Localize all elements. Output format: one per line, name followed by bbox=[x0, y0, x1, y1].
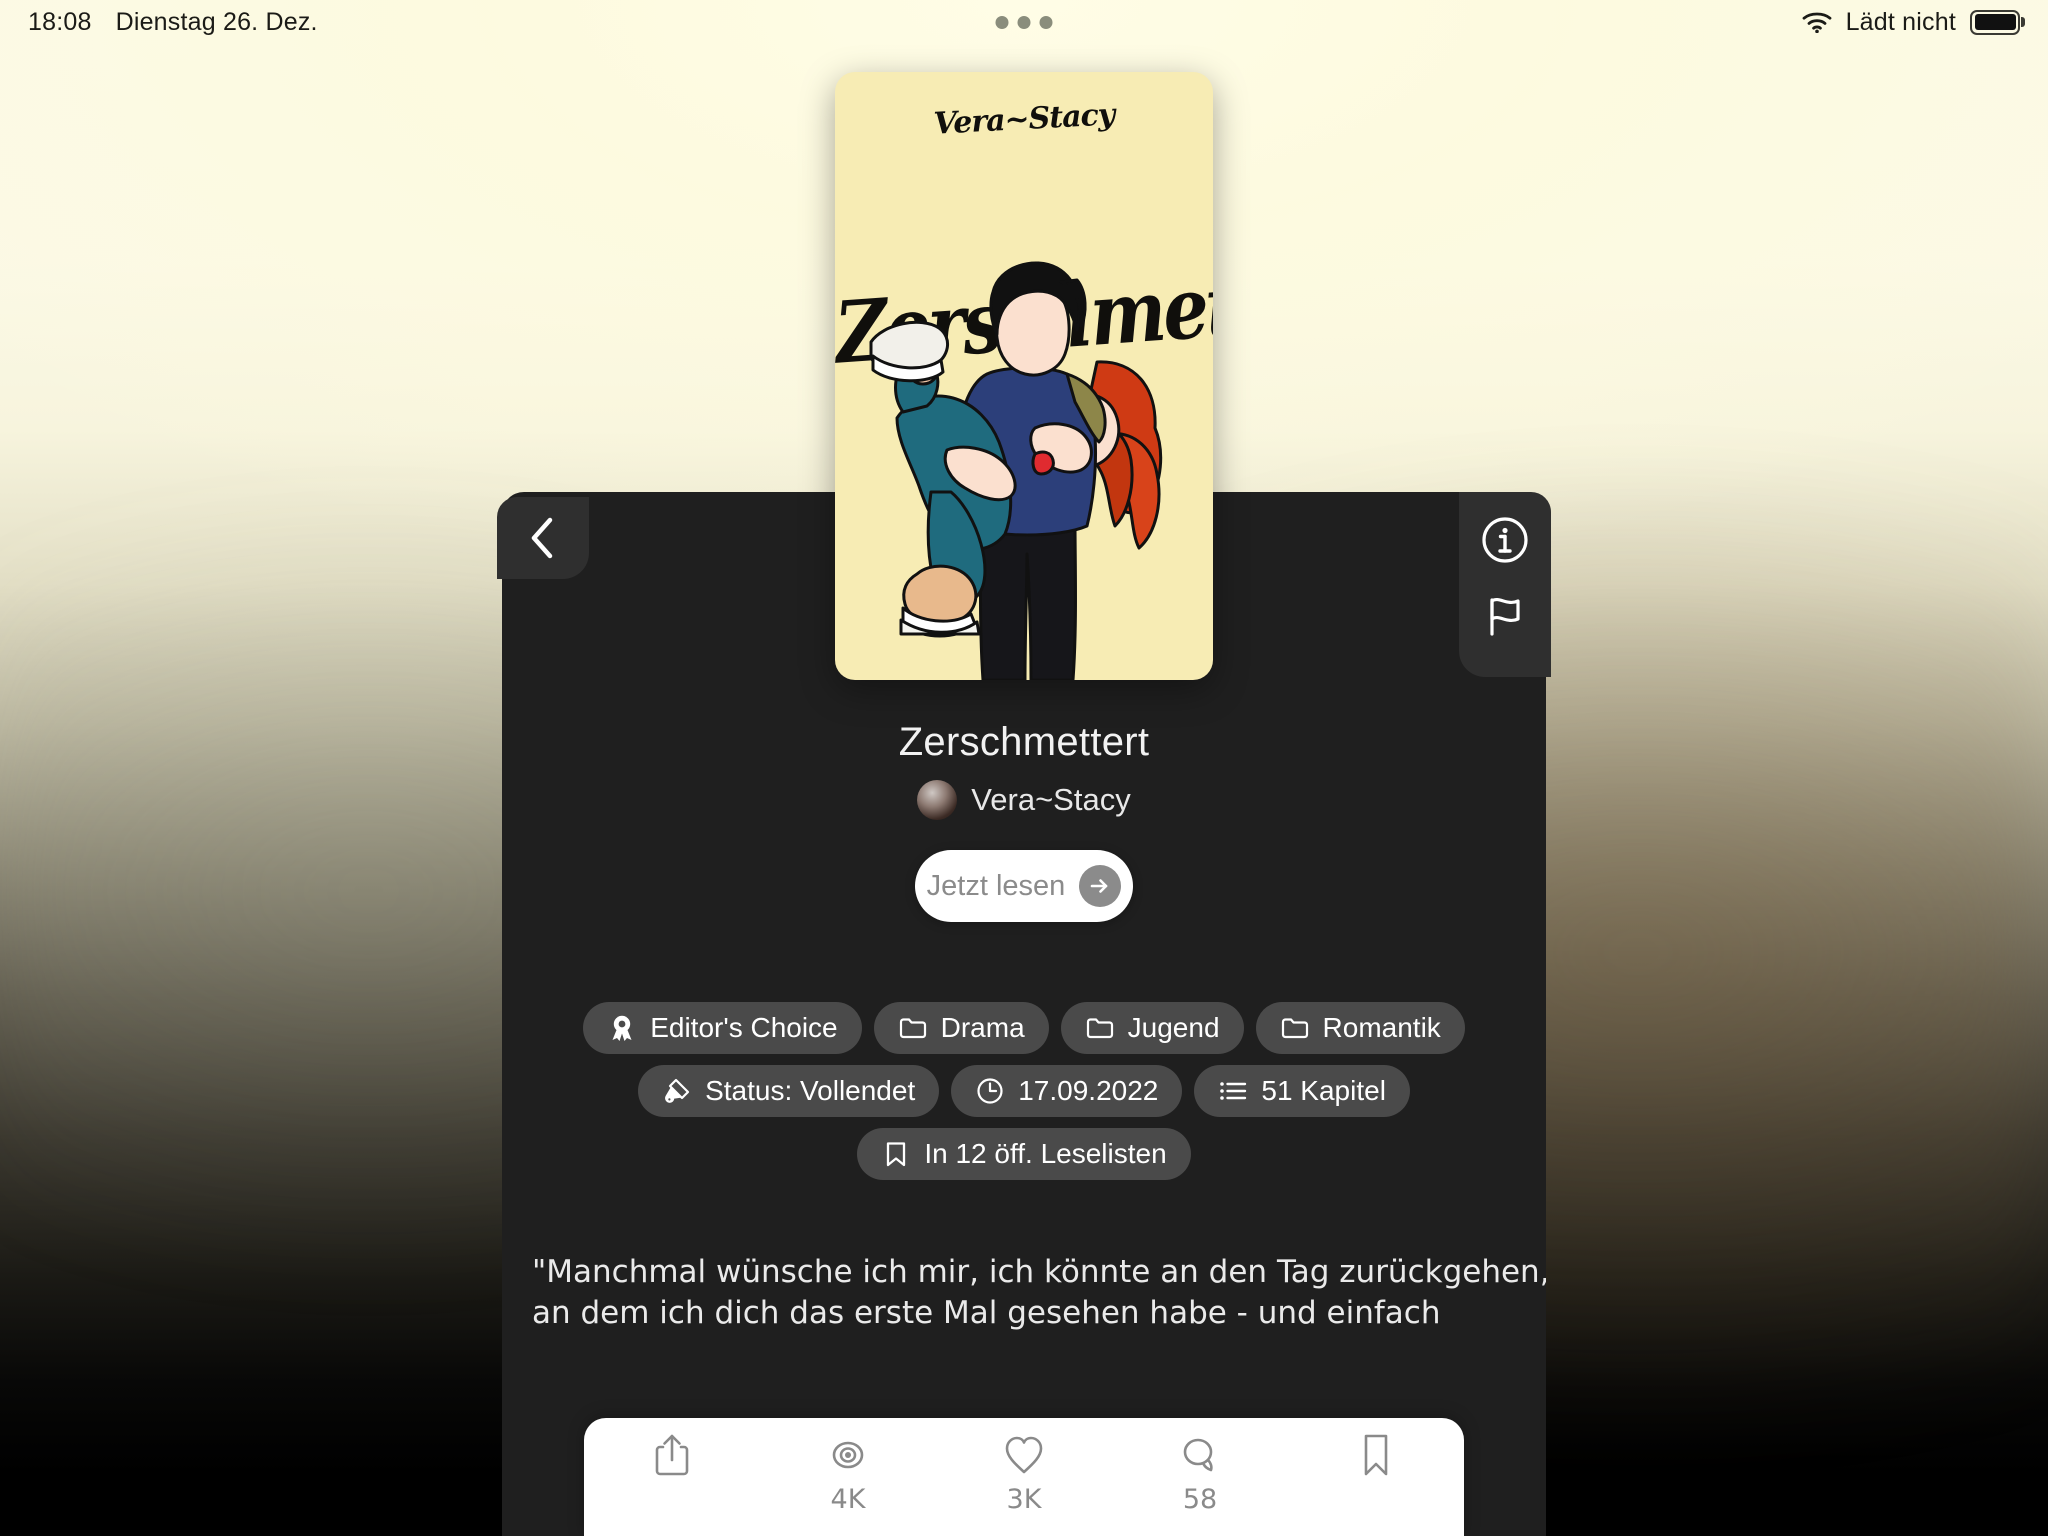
description-line: "Manchmal wünsche ich mir, ich könnte an… bbox=[532, 1254, 1546, 1290]
tag-chapters[interactable]: 51 Kapitel bbox=[1194, 1065, 1410, 1117]
status-bar: 18:08 Dienstag 26. Dez. Lädt nicht bbox=[0, 0, 2048, 44]
info-circle-icon bbox=[1482, 517, 1528, 563]
info-button[interactable] bbox=[1479, 514, 1531, 566]
folder-icon bbox=[1280, 1013, 1310, 1043]
bookmark-button[interactable] bbox=[1301, 1432, 1451, 1484]
status-bar-left: 18:08 Dienstag 26. Dez. bbox=[28, 8, 318, 37]
tag-status[interactable]: Status: Vollendet bbox=[638, 1065, 940, 1117]
tag-label: In 12 öff. Leselisten bbox=[924, 1138, 1167, 1169]
cover-illustration bbox=[869, 261, 1163, 680]
award-icon bbox=[607, 1013, 637, 1043]
tag-jugend[interactable]: Jugend bbox=[1060, 1002, 1244, 1054]
tag-label: Editor's Choice bbox=[650, 1012, 838, 1043]
tag-label: Romantik bbox=[1322, 1012, 1441, 1043]
flag-icon bbox=[1490, 597, 1520, 636]
back-button[interactable] bbox=[497, 497, 589, 579]
tag-list: Editor's Choice Drama Jugend Romantik St… bbox=[502, 1002, 1546, 1180]
like-button[interactable]: 3K bbox=[949, 1432, 1099, 1515]
folder-icon bbox=[1085, 1013, 1115, 1043]
author-row[interactable]: Vera~Stacy bbox=[502, 780, 1546, 820]
bookmark-icon bbox=[1359, 1432, 1393, 1478]
book-description: "Manchmal wünsche ich mir, ich könnte an… bbox=[502, 1252, 1546, 1334]
cover-author-script: Vera~Stacy bbox=[932, 97, 1116, 142]
views-count: 4K bbox=[830, 1484, 866, 1515]
multitask-dot bbox=[1039, 15, 1053, 29]
tag-romantik[interactable]: Romantik bbox=[1255, 1002, 1465, 1054]
paintbrush-icon bbox=[662, 1076, 692, 1106]
tag-drama[interactable]: Drama bbox=[873, 1002, 1049, 1054]
multitask-dots-icon[interactable] bbox=[995, 15, 1053, 29]
tag-published-date[interactable]: 17.09.2022 bbox=[951, 1065, 1183, 1117]
status-date: Dienstag 26. Dez. bbox=[115, 7, 318, 36]
battery-status-label: Lädt nicht bbox=[1845, 7, 1956, 36]
eye-icon bbox=[825, 1432, 871, 1478]
author-name[interactable]: Vera~Stacy bbox=[971, 782, 1130, 818]
description-line: an dem ich dich das erste Mal gesehen ha… bbox=[532, 1294, 1441, 1331]
like-count: 3K bbox=[1006, 1484, 1042, 1515]
bookmark-icon bbox=[881, 1139, 911, 1169]
status-bar-right: Lädt nicht bbox=[1802, 8, 2020, 37]
read-now-label: Jetzt lesen bbox=[926, 869, 1066, 902]
status-time: 18:08 bbox=[28, 7, 92, 36]
comments-button[interactable]: 58 bbox=[1125, 1432, 1275, 1515]
chevron-left-icon bbox=[531, 517, 553, 559]
read-now-button[interactable]: Jetzt lesen bbox=[915, 850, 1133, 922]
tag-label: Drama bbox=[940, 1012, 1025, 1043]
tag-label: Status: Vollendet bbox=[705, 1075, 916, 1106]
book-title: Zerschmettert bbox=[898, 720, 1150, 764]
multitask-dot bbox=[995, 15, 1009, 29]
author-avatar[interactable] bbox=[917, 780, 958, 820]
share-icon bbox=[652, 1432, 692, 1478]
comments-count: 58 bbox=[1182, 1484, 1218, 1515]
multitask-dot bbox=[1017, 15, 1031, 29]
comment-icon bbox=[1177, 1432, 1223, 1478]
wifi-icon bbox=[1802, 11, 1832, 33]
side-action-rail bbox=[1459, 492, 1551, 677]
arrow-right-icon bbox=[1079, 865, 1122, 907]
tag-label: 17.09.2022 bbox=[1018, 1075, 1159, 1106]
share-button[interactable] bbox=[597, 1432, 747, 1484]
views-button[interactable]: 4K bbox=[773, 1432, 923, 1515]
tag-editors-choice[interactable]: Editor's Choice bbox=[583, 1002, 862, 1054]
folder-icon bbox=[898, 1013, 928, 1043]
heart-icon bbox=[1001, 1432, 1047, 1478]
battery-icon bbox=[1970, 9, 2020, 35]
tag-label: Jugend bbox=[1127, 1012, 1220, 1043]
tag-reading-lists[interactable]: In 12 öff. Leselisten bbox=[857, 1128, 1191, 1180]
list-icon bbox=[1218, 1076, 1248, 1106]
report-button[interactable] bbox=[1479, 590, 1531, 642]
book-cover[interactable]: Vera~Stacy Zerschmettert bbox=[835, 72, 1213, 680]
clock-icon bbox=[975, 1076, 1005, 1106]
bottom-action-toolbar: 4K 3K 58 bbox=[584, 1418, 1464, 1536]
tag-label: 51 Kapitel bbox=[1261, 1075, 1386, 1106]
